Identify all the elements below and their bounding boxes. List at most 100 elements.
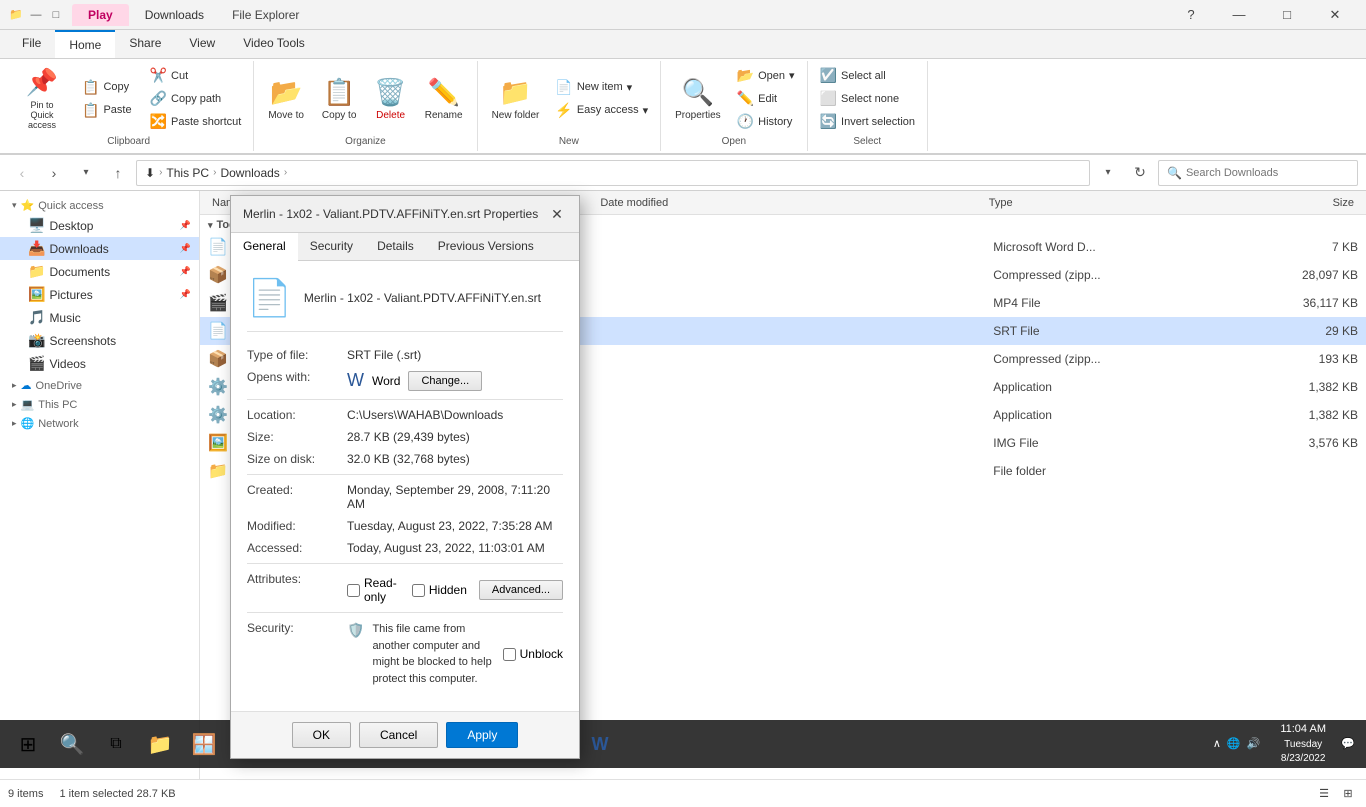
readonly-checkbox[interactable] xyxy=(347,584,360,597)
quick-access-section[interactable]: ▾ ⭐ Quick access xyxy=(0,195,199,214)
onedrive-section[interactable]: ▸ ☁ OneDrive xyxy=(0,375,199,394)
minimize-button[interactable]: — xyxy=(1216,0,1262,30)
tab-share[interactable]: Share xyxy=(115,30,175,58)
detail-view-button[interactable]: ☰ xyxy=(1314,784,1334,804)
dialog-tab-security[interactable]: Security xyxy=(298,233,365,260)
invert-selection-button[interactable]: 🔄 Invert selection xyxy=(814,111,921,132)
breadcrumb-thispc[interactable]: This PC xyxy=(166,166,209,180)
tab-file[interactable]: File xyxy=(8,30,55,58)
unblock-checkbox-row: Unblock xyxy=(503,621,563,687)
store-taskbar-icon[interactable]: 🪟 xyxy=(184,724,224,764)
sidebar-item-desktop[interactable]: 🖥️ Desktop 📌 xyxy=(0,214,199,237)
dialog-close-button[interactable]: ✕ xyxy=(547,204,567,224)
expand-address-button[interactable]: ▾ xyxy=(1094,159,1122,187)
dialog-tab-general[interactable]: General xyxy=(231,233,298,261)
properties-button[interactable]: 🔍 Properties xyxy=(667,73,729,125)
help-button[interactable]: ? xyxy=(1168,0,1214,30)
sidebar-item-videos[interactable]: 🎬 Videos xyxy=(0,352,199,375)
hidden-checkbox[interactable] xyxy=(412,584,425,597)
paste-button[interactable]: 📋 Paste xyxy=(76,100,138,121)
advanced-button[interactable]: Advanced... xyxy=(479,580,563,600)
tray-expand-icon[interactable]: ∧ xyxy=(1213,737,1221,750)
date-group-expand: ▾ xyxy=(208,220,213,231)
forward-button[interactable]: › xyxy=(40,159,68,187)
edit-button[interactable]: ✏️ Edit xyxy=(731,88,801,109)
clock[interactable]: 11:04 AM Tuesday 8/23/2022 xyxy=(1272,722,1334,765)
select-all-button[interactable]: ☑️ Select all xyxy=(814,65,921,86)
copy-to-button[interactable]: 📋 Copy to xyxy=(314,73,364,125)
search-input[interactable] xyxy=(1186,167,1349,179)
unblock-checkbox[interactable] xyxy=(503,648,516,661)
properties-dialog[interactable]: Merlin - 1x02 - Valiant.PDTV.AFFiNiTY.en… xyxy=(230,195,580,759)
task-view-button[interactable]: ⧉ xyxy=(96,724,136,764)
cut-icon: ✂️ xyxy=(150,67,167,84)
change-button[interactable]: Change... xyxy=(408,371,482,391)
move-to-button[interactable]: 📂 Move to xyxy=(260,73,312,125)
word-taskbar-icon[interactable]: W xyxy=(580,724,620,764)
tab-video-tools[interactable]: Video Tools xyxy=(229,30,319,58)
col-header-type[interactable]: Type xyxy=(985,197,1278,209)
search-taskbar-button[interactable]: 🔍 xyxy=(52,724,92,764)
new-buttons: 📁 New folder 📄 New item ▾ ⚡ Easy access … xyxy=(484,63,655,134)
dialog-tab-previous-versions[interactable]: Previous Versions xyxy=(426,233,546,260)
tab-downloads[interactable]: Downloads xyxy=(129,4,220,26)
tab-home[interactable]: Home xyxy=(55,30,115,58)
minimize-quick-icon[interactable]: — xyxy=(28,7,44,23)
ok-button[interactable]: OK xyxy=(292,722,351,748)
documents-folder-icon: 📁 xyxy=(28,263,45,280)
paste-shortcut-button[interactable]: 🔀 Paste shortcut xyxy=(144,111,248,132)
search-box[interactable]: 🔍 xyxy=(1158,160,1358,186)
file-preview: 📄 Merlin - 1x02 - Valiant.PDTV.AFFiNiTY.… xyxy=(247,277,563,332)
apply-button[interactable]: Apply xyxy=(446,722,518,748)
copy-button[interactable]: 📋 Copy xyxy=(76,77,138,98)
new-folder-button[interactable]: 📁 New folder xyxy=(484,73,548,125)
search-icon: 🔍 xyxy=(1167,166,1182,180)
back-button[interactable]: ‹ xyxy=(8,159,36,187)
sidebar-item-downloads[interactable]: 📥 Downloads 📌 xyxy=(0,237,199,260)
file-size: 3,576 KB xyxy=(1278,436,1358,450)
volume-icon[interactable]: 🔊 xyxy=(1247,737,1261,750)
restore-quick-icon[interactable]: □ xyxy=(48,7,64,23)
attributes-row: Read-only Hidden Advanced... xyxy=(347,576,563,604)
ribbon-group-select: ☑️ Select all ⬜ Select none 🔄 Invert sel… xyxy=(808,61,928,151)
cancel-button[interactable]: Cancel xyxy=(359,722,438,748)
explorer-taskbar-icon[interactable]: 📁 xyxy=(140,724,180,764)
cut-button[interactable]: ✂️ Cut xyxy=(144,65,248,86)
address-path[interactable]: ⬇ › This PC › Downloads › xyxy=(136,160,1090,186)
start-button[interactable]: ⊞ xyxy=(8,724,48,764)
maximize-button[interactable]: □ xyxy=(1264,0,1310,30)
sidebar-item-music[interactable]: 🎵 Music xyxy=(0,306,199,329)
videos-folder-icon: 🎬 xyxy=(28,355,45,372)
rename-button[interactable]: ✏️ Rename xyxy=(417,73,471,125)
breadcrumb-downloads[interactable]: Downloads xyxy=(220,166,279,180)
location-section: Location: C:\Users\WAHAB\Downloads Size:… xyxy=(247,399,563,466)
sidebar-item-pictures[interactable]: 🖼️ Pictures 📌 xyxy=(0,283,199,306)
col-header-date[interactable]: Date modified xyxy=(596,197,984,209)
security-shield-icon: 🛡️ xyxy=(347,622,364,687)
history-button[interactable]: 🕐 History xyxy=(731,111,801,132)
thispc-section[interactable]: ▸ 💻 This PC xyxy=(0,394,199,413)
recent-locations-button[interactable]: ▾ xyxy=(72,159,100,187)
tab-view[interactable]: View xyxy=(175,30,229,58)
new-item-button[interactable]: 📄 New item ▾ xyxy=(549,77,654,98)
organize-label: Organize xyxy=(260,134,470,149)
file-type: File folder xyxy=(993,464,1278,478)
tile-view-button[interactable]: ⊞ xyxy=(1338,784,1358,804)
select-none-button[interactable]: ⬜ Select none xyxy=(814,88,921,109)
pin-quick-access-button[interactable]: 📌 Pin to Quick access xyxy=(10,63,74,134)
refresh-button[interactable]: ↻ xyxy=(1126,159,1154,187)
sidebar-item-documents[interactable]: 📁 Documents 📌 xyxy=(0,260,199,283)
close-button[interactable]: ✕ xyxy=(1312,0,1358,30)
sidebar-item-screenshots[interactable]: 📸 Screenshots xyxy=(0,329,199,352)
network-section[interactable]: ▸ 🌐 Network xyxy=(0,413,199,432)
up-button[interactable]: ↑ xyxy=(104,159,132,187)
dialog-tab-details[interactable]: Details xyxy=(365,233,426,260)
expand-icon: ▾ xyxy=(12,200,17,211)
easy-access-button[interactable]: ⚡ Easy access ▾ xyxy=(549,100,654,121)
delete-button[interactable]: 🗑️ Delete xyxy=(366,73,414,125)
notification-button[interactable]: 💬 xyxy=(1338,724,1358,764)
open-button[interactable]: 📂 Open ▾ xyxy=(731,65,801,86)
col-header-size[interactable]: Size xyxy=(1278,197,1358,209)
copy-path-button[interactable]: 🔗 Copy path xyxy=(144,88,248,109)
tab-play[interactable]: Play xyxy=(72,4,129,26)
